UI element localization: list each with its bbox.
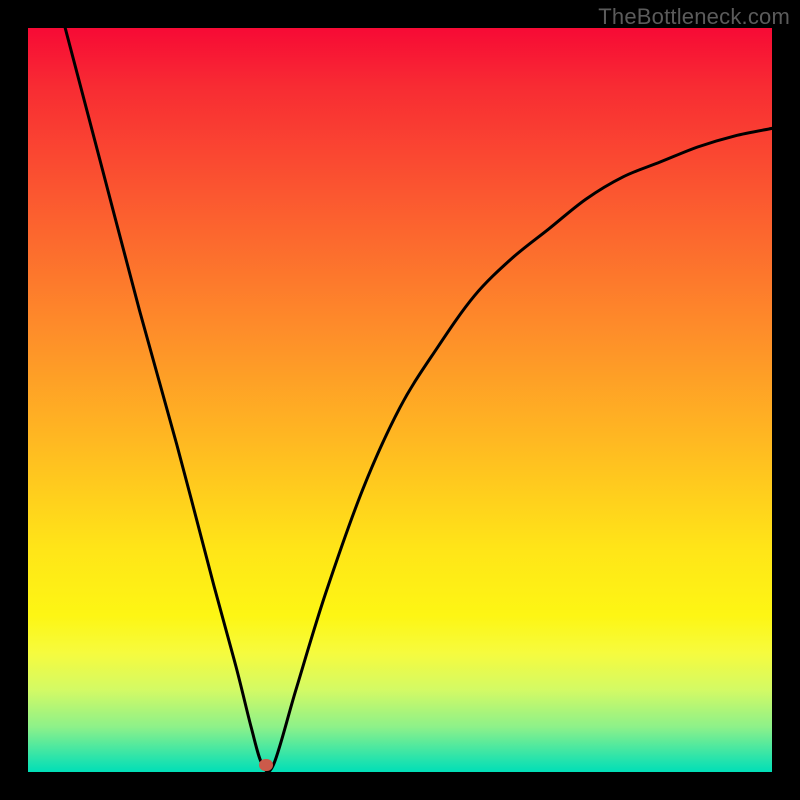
minimum-point-marker — [259, 759, 273, 771]
bottleneck-curve — [28, 28, 772, 772]
plot-area — [28, 28, 772, 772]
watermark-text: TheBottleneck.com — [598, 4, 790, 30]
chart-frame: TheBottleneck.com — [0, 0, 800, 800]
